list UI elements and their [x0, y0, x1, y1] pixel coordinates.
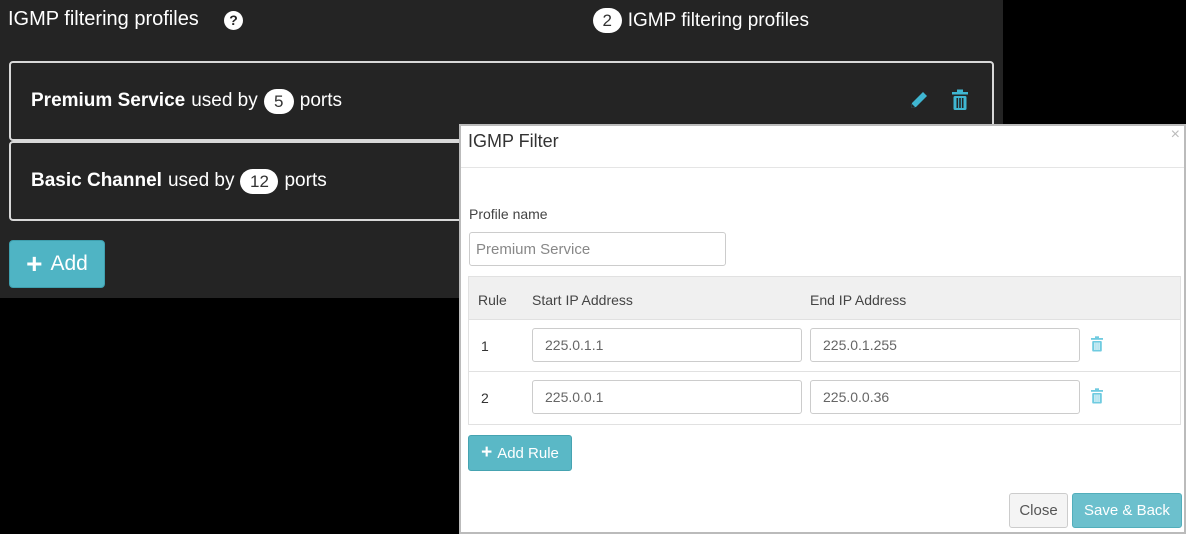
ports-count-badge: 12 [240, 168, 279, 194]
plus-icon: + [481, 442, 493, 463]
profile-count-badge: 2 [592, 8, 622, 33]
pencil-icon[interactable] [908, 89, 930, 117]
modal-title: IGMP Filter [468, 131, 559, 151]
rule-number: 1 [481, 338, 489, 354]
profile-name-input[interactable] [469, 232, 726, 266]
table-row: 2 [469, 372, 1180, 424]
start-ip-input[interactable] [532, 328, 802, 362]
page-title: IGMP filtering profiles [8, 8, 199, 30]
add-rule-button[interactable]: + Add Rule [468, 435, 572, 471]
add-rule-label: Add Rule [497, 444, 559, 462]
ports-text: ports [299, 90, 342, 111]
plus-icon: + [26, 248, 43, 279]
profile-count-summary: 2 IGMP filtering profiles [592, 8, 809, 33]
trash-icon[interactable] [950, 89, 970, 117]
profile-count-label: IGMP filtering profiles [627, 9, 809, 31]
rule-number: 2 [481, 390, 489, 406]
used-by-text: used by [167, 170, 235, 191]
end-ip-input[interactable] [810, 328, 1080, 362]
rules-table-header: Rule Start IP Address End IP Address [469, 277, 1180, 320]
end-ip-input[interactable] [810, 380, 1080, 414]
profile-name-label: Profile name [469, 206, 548, 222]
add-button-label: Add [50, 252, 88, 275]
profile-name: Basic Channel [31, 170, 162, 191]
modal-header: IGMP Filter × [461, 126, 1184, 168]
start-ip-column-header: Start IP Address [532, 292, 633, 308]
rule-column-header: Rule [478, 292, 507, 308]
question-circle-icon[interactable]: ? [224, 11, 243, 30]
used-by-text: used by [191, 90, 258, 111]
start-ip-input[interactable] [532, 380, 802, 414]
close-icon[interactable]: × [1171, 126, 1180, 144]
ports-count-badge: 5 [263, 88, 294, 114]
end-ip-column-header: End IP Address [810, 292, 907, 308]
rules-table: Rule Start IP Address End IP Address 1 2 [468, 276, 1181, 425]
trash-icon[interactable] [1090, 388, 1104, 409]
add-profile-button[interactable]: + Add [9, 240, 105, 288]
save-and-back-button[interactable]: Save & Back [1072, 493, 1182, 528]
trash-icon[interactable] [1090, 336, 1104, 357]
igmp-filter-modal: IGMP Filter × Profile name Rule Start IP… [459, 124, 1186, 534]
close-button[interactable]: Close [1009, 493, 1068, 528]
ports-text: ports [284, 170, 327, 191]
table-row: 1 [469, 320, 1180, 372]
profile-name: Premium Service [31, 90, 186, 111]
